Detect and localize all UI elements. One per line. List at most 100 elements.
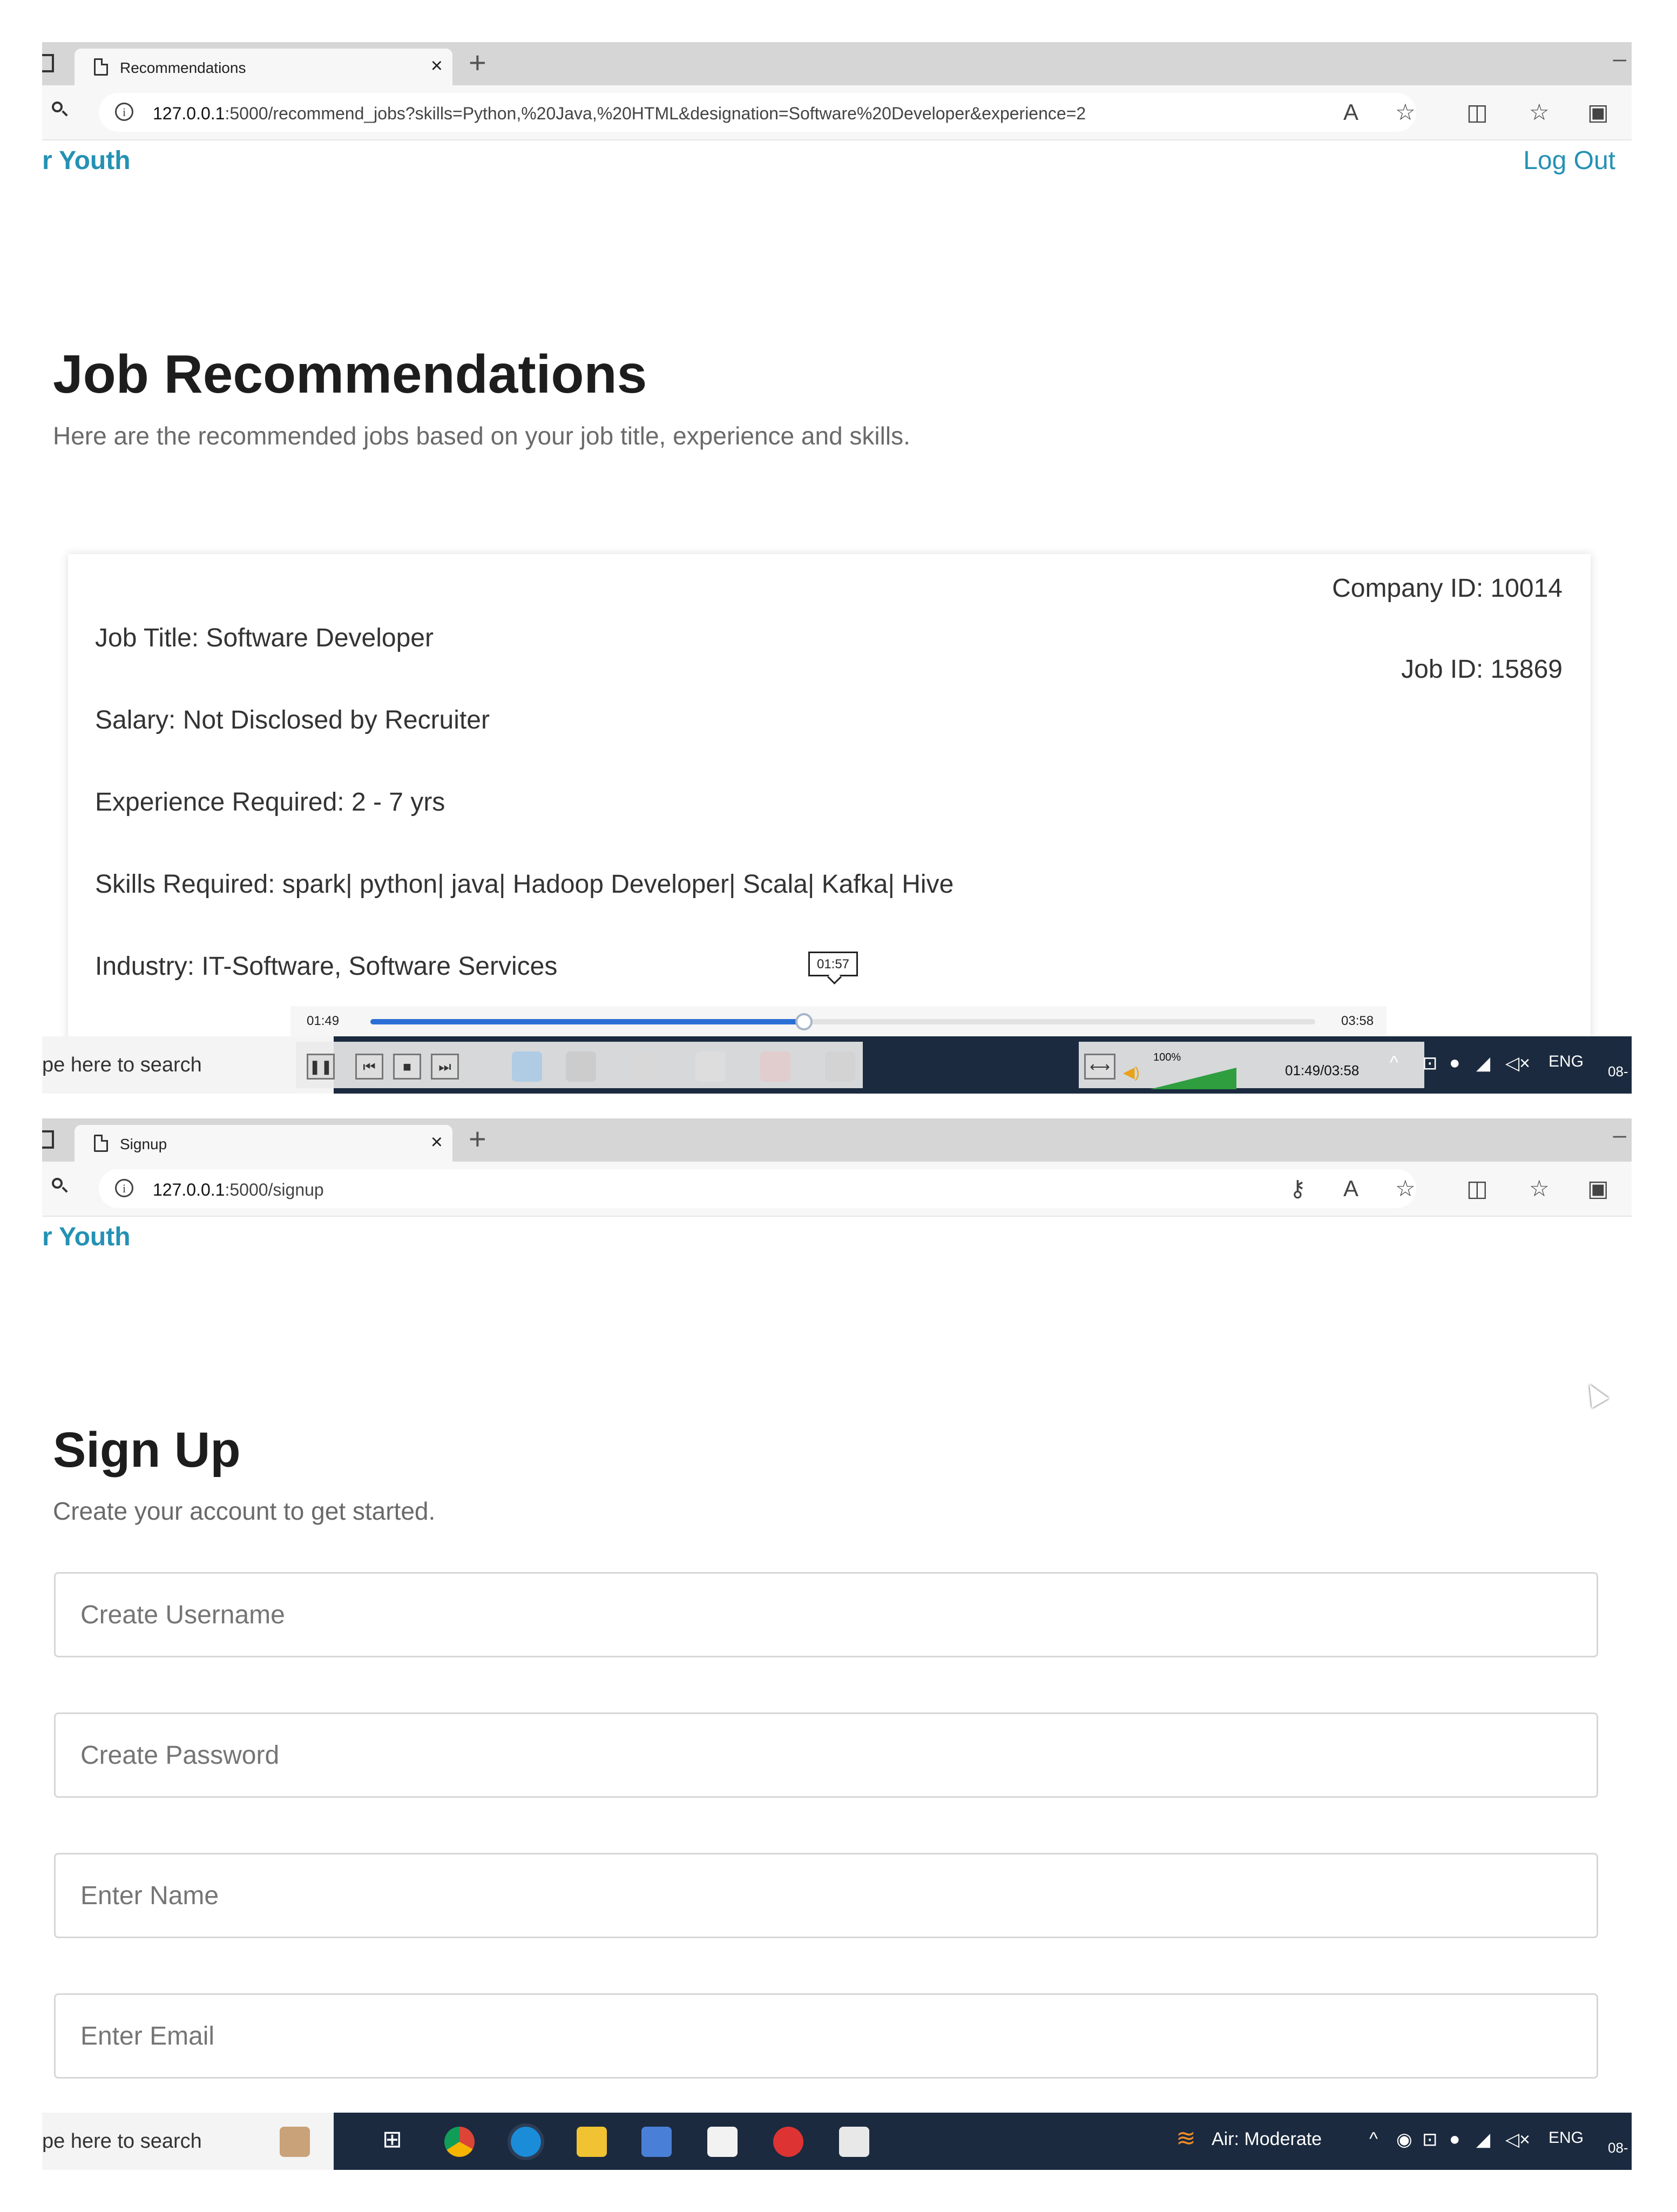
current-time: 01:49	[307, 1014, 340, 1028]
air-quality-status[interactable]: Air: Moderate	[1212, 2129, 1322, 2150]
terminal-icon[interactable]	[839, 2127, 869, 2157]
site-navbar: r Youth	[42, 1216, 1632, 1275]
collections-icon[interactable]: ▣	[1587, 98, 1609, 126]
media-player-icon[interactable]	[773, 2127, 803, 2157]
site-navbar: r Youth Log Out	[42, 139, 1632, 199]
chrome-icon[interactable]	[444, 2127, 475, 2157]
tab-actions-icon[interactable]	[42, 54, 54, 72]
password-key-icon[interactable]: ⚷	[1289, 1175, 1306, 1203]
microphone-icon[interactable]: ●	[1449, 2129, 1460, 2150]
file-explorer-icon[interactable]	[577, 2127, 607, 2157]
tab-recommendations[interactable]: Recommendations ×	[75, 49, 452, 85]
logout-link[interactable]: Log Out	[1523, 146, 1615, 176]
browser-window-signup: Signup × + – i 127.0.0.1:5000/signup ⚷ A…	[42, 1118, 1632, 2170]
tab-actions-icon[interactable]	[42, 1130, 54, 1149]
taskbar-search[interactable]: pe here to search	[42, 1036, 334, 1094]
volume-slider[interactable]	[1150, 1068, 1236, 1089]
username-field[interactable]	[54, 1572, 1598, 1657]
browser-window-recommendations: Recommendations × + – i 127.0.0.1:5000/r…	[42, 42, 1632, 1094]
page-icon	[94, 1135, 108, 1152]
volume-label: 100%	[1153, 1051, 1181, 1063]
store-icon[interactable]	[631, 1051, 661, 1082]
terminal-icon[interactable]	[825, 1051, 855, 1082]
windows-taskbar: pe here to search ⊞ ≋ Air: Moderate ^ ◉ …	[42, 2113, 1632, 2170]
favorites-icon[interactable]: ☆	[1529, 98, 1550, 126]
weather-icon[interactable]: ≋	[1176, 2125, 1196, 2152]
aspect-ratio-icon[interactable]: ⟷	[1084, 1054, 1115, 1080]
edge-icon[interactable]	[508, 2123, 544, 2160]
tab-signup[interactable]: Signup ×	[75, 1125, 452, 1162]
url-field[interactable]: i 127.0.0.1:5000/recommend_jobs?skills=P…	[99, 93, 1416, 132]
clock-date[interactable]: 08-	[1608, 2140, 1628, 2156]
read-aloud-icon[interactable]: A	[1343, 98, 1358, 126]
collections-icon[interactable]: ▣	[1587, 1175, 1609, 1203]
job-experience: Experience Required: 2 - 7 yrs	[95, 788, 445, 817]
address-bar: i 127.0.0.1:5000/recommend_jobs?skills=P…	[42, 85, 1632, 140]
store-icon[interactable]	[641, 2127, 672, 2157]
page-title: Sign Up	[53, 1422, 241, 1478]
seek-handle[interactable]	[795, 1013, 813, 1030]
microphone-icon[interactable]: ●	[1449, 1053, 1460, 1074]
split-screen-icon[interactable]: ◫	[1466, 1175, 1488, 1203]
pause-icon[interactable]: ❚❚	[307, 1054, 335, 1080]
favorite-star-icon[interactable]: ☆	[1395, 1175, 1416, 1203]
password-field[interactable]	[54, 1712, 1598, 1798]
next-icon[interactable]: ⏭	[431, 1054, 459, 1080]
close-tab-icon[interactable]: ×	[431, 55, 443, 77]
site-info-icon[interactable]: i	[115, 1179, 133, 1197]
speaker-icon[interactable]: ◀)	[1123, 1063, 1140, 1081]
mouse-cursor-icon	[1581, 1379, 1609, 1408]
page-subtitle: Create your account to get started.	[53, 1497, 436, 1525]
read-aloud-icon[interactable]: A	[1343, 1175, 1358, 1203]
email-field[interactable]	[54, 1993, 1598, 2079]
mail-icon[interactable]	[695, 1051, 726, 1082]
media-player-icon[interactable]	[760, 1051, 790, 1082]
name-field[interactable]	[54, 1853, 1598, 1938]
tray-overflow-icon[interactable]: ^	[1369, 2129, 1378, 2150]
volume-controls: ⟷ ◀) 100% 01:49/03:58	[1079, 1042, 1424, 1089]
company-id: Company ID: 10014	[1332, 574, 1563, 603]
url-text[interactable]: 127.0.0.1:5000/signup	[153, 1180, 324, 1200]
volume-muted-icon[interactable]: ◁×	[1505, 2129, 1530, 2150]
tray-overflow-icon[interactable]: ^	[1390, 1053, 1398, 1074]
tab-title: Signup	[120, 1136, 167, 1152]
language-indicator[interactable]: ENG	[1548, 1053, 1584, 1071]
previous-icon[interactable]: ⏮	[355, 1054, 383, 1080]
stop-icon[interactable]: ■	[393, 1054, 421, 1080]
minimize-icon[interactable]: –	[1613, 45, 1626, 72]
address-bar: i 127.0.0.1:5000/signup ⚷ A ☆ ◫ ☆ ▣ ⚙	[42, 1162, 1632, 1217]
video-seekbar: 01:49 03:58	[290, 1006, 1387, 1036]
volume-muted-icon[interactable]: ◁×	[1505, 1053, 1530, 1074]
new-tab-icon[interactable]: +	[469, 46, 486, 79]
close-tab-icon[interactable]: ×	[431, 1131, 443, 1153]
favorites-icon[interactable]: ☆	[1529, 1175, 1550, 1203]
language-indicator[interactable]: ENG	[1548, 2129, 1584, 2147]
favorite-star-icon[interactable]: ☆	[1395, 98, 1416, 126]
brand-logo[interactable]: r Youth	[42, 1222, 131, 1252]
fullscreen-icon[interactable]	[566, 1051, 596, 1082]
search-icon[interactable]	[52, 102, 68, 117]
search-icon[interactable]	[52, 1178, 68, 1193]
mail-icon[interactable]	[707, 2127, 738, 2157]
brand-logo[interactable]: r Youth	[42, 146, 131, 176]
wifi-icon[interactable]: ◢	[1476, 2129, 1490, 2150]
url-text[interactable]: 127.0.0.1:5000/recommend_jobs?skills=Pyt…	[153, 104, 1086, 124]
location-icon[interactable]: ◉	[1396, 2129, 1412, 2150]
new-tab-icon[interactable]: +	[469, 1123, 486, 1155]
edge-icon[interactable]	[512, 1051, 542, 1082]
minimize-icon[interactable]: –	[1613, 1122, 1626, 1149]
total-time: 03:58	[1341, 1014, 1374, 1028]
network-icon[interactable]: ⊡	[1422, 2129, 1438, 2150]
donkey-search-icon	[280, 2127, 310, 2157]
network-icon[interactable]: ⊡	[1422, 1053, 1438, 1074]
task-view-icon[interactable]: ⊞	[382, 2126, 402, 2153]
wifi-icon[interactable]: ◢	[1476, 1053, 1490, 1074]
site-info-icon[interactable]: i	[115, 103, 133, 121]
clock-date[interactable]: 08-	[1608, 1063, 1628, 1080]
split-screen-icon[interactable]: ◫	[1466, 98, 1488, 126]
job-industry: Industry: IT-Software, Software Services	[95, 952, 558, 981]
page-icon	[94, 58, 108, 76]
page-subtitle: Here are the recommended jobs based on y…	[53, 422, 910, 450]
url-field[interactable]: i 127.0.0.1:5000/signup	[99, 1169, 1416, 1208]
seek-track[interactable]	[370, 1013, 1315, 1030]
